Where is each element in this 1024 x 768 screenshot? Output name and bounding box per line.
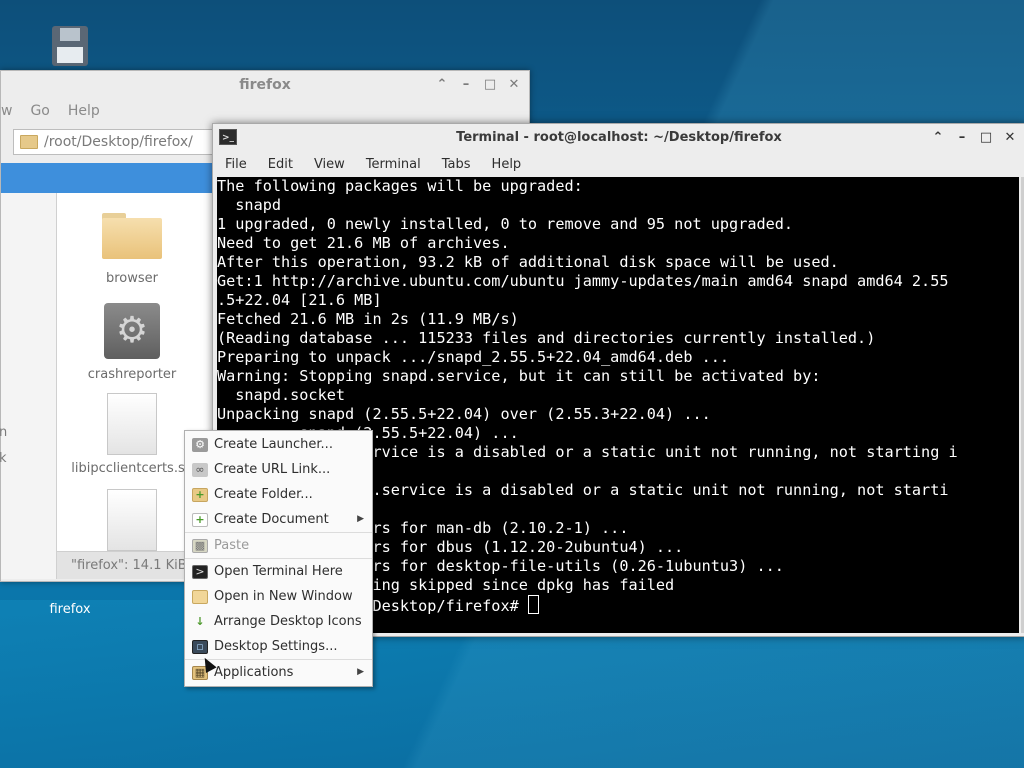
terminal-icon: > bbox=[192, 564, 208, 579]
terminal-line: Get:1 http://archive.ubuntu.com/ubuntu j… bbox=[217, 272, 949, 290]
terminal-line: Need to get 21.6 MB of archives. bbox=[217, 234, 510, 252]
document-icon bbox=[107, 489, 157, 551]
terminal-line: Warning: Stopping snapd.service, but it … bbox=[217, 367, 821, 385]
terminal-line: (Reading database ... 115233 files and d… bbox=[217, 329, 876, 347]
window-title: Terminal - root@localhost: ~/Desktop/fir… bbox=[456, 130, 782, 145]
terminal-line: The following packages will be upgraded: bbox=[217, 177, 583, 195]
display-icon: ▫ bbox=[192, 639, 208, 654]
window-titlebar[interactable]: firefox ⌃ – □ ✕ bbox=[1, 71, 529, 99]
terminal-line: After this operation, 93.2 kB of additio… bbox=[217, 253, 839, 271]
arrange-icon: ↓ bbox=[195, 615, 205, 628]
launcher-icon: ⚙ bbox=[192, 437, 208, 452]
gear-icon: ⚙ bbox=[104, 303, 160, 359]
maximize-icon[interactable]: □ bbox=[483, 71, 497, 99]
location-path: /root/Desktop/firefox/ bbox=[44, 134, 193, 150]
menu-item-create-document[interactable]: + Create Document ▶ bbox=[185, 507, 372, 532]
menu-item-label: Paste bbox=[214, 538, 250, 553]
menu-bar: File Edit View Terminal Tabs Help bbox=[213, 152, 1024, 176]
minimize-icon[interactable]: – bbox=[459, 71, 473, 99]
desktop-icon-label: firefox bbox=[49, 602, 91, 617]
menu-item-desktop-settings[interactable]: ▫ Desktop Settings... bbox=[185, 634, 372, 659]
link-icon: ∞ bbox=[192, 462, 208, 477]
menu-item-label: Create Folder... bbox=[214, 487, 313, 502]
menu-item-open-terminal-here[interactable]: > Open Terminal Here bbox=[185, 559, 372, 584]
menu-go[interactable]: Go bbox=[30, 103, 49, 119]
floppy-disk-icon bbox=[50, 26, 90, 68]
terminal-icon: >_ bbox=[219, 129, 237, 145]
terminal-line: Fetched 21.6 MB in 2s (11.9 MB/s) bbox=[217, 310, 519, 328]
shade-icon[interactable]: ⌃ bbox=[931, 124, 945, 152]
file-item-browser[interactable]: browser bbox=[57, 213, 207, 286]
menu-item-create-url-link[interactable]: ∞ Create URL Link... bbox=[185, 457, 372, 482]
document-icon bbox=[107, 393, 157, 455]
menu-item-label: Create Launcher... bbox=[214, 437, 333, 452]
file-label: browser bbox=[105, 271, 158, 286]
terminal-line: Unpacking snapd (2.55.5+22.04) over (2.5… bbox=[217, 405, 711, 423]
menu-item-label: Open Terminal Here bbox=[214, 564, 343, 579]
folder-open-icon bbox=[192, 589, 208, 604]
menu-file[interactable]: File bbox=[213, 157, 256, 172]
selected-sidebar-row[interactable] bbox=[1, 163, 216, 193]
file-label: crashreporter bbox=[87, 367, 177, 382]
menu-help[interactable]: Help bbox=[68, 103, 100, 119]
menu-item-create-folder[interactable]: + Create Folder... bbox=[185, 482, 372, 507]
close-icon[interactable]: ✕ bbox=[507, 71, 521, 99]
menu-item-label: Open in New Window bbox=[214, 589, 353, 604]
menu-item-label: Create URL Link... bbox=[214, 462, 331, 477]
menu-view[interactable]: w bbox=[1, 103, 12, 119]
desktop-icon-floppy[interactable] bbox=[46, 26, 94, 68]
terminal-cursor bbox=[527, 595, 539, 614]
terminal-line: Preparing to unpack .../snapd_2.55.5+22.… bbox=[217, 348, 730, 366]
menu-item-label: Create Document bbox=[214, 512, 329, 527]
menu-item-label: Desktop Settings... bbox=[214, 639, 338, 654]
desktop-icon-firefox[interactable]: firefox bbox=[34, 602, 106, 617]
sidebar-item-label[interactable]: n bbox=[0, 425, 7, 440]
submenu-arrow-icon: ▶ bbox=[357, 667, 364, 677]
terminal-line: 1 upgraded, 0 newly installed, 0 to remo… bbox=[217, 215, 794, 233]
folder-icon bbox=[102, 213, 162, 259]
window-titlebar[interactable]: >_ Terminal - root@localhost: ~/Desktop/… bbox=[213, 124, 1024, 152]
menu-bar: w Go Help bbox=[1, 99, 529, 123]
close-icon[interactable]: ✕ bbox=[1003, 124, 1017, 152]
desktop-context-menu: ⚙ Create Launcher... ∞ Create URL Link..… bbox=[184, 430, 373, 687]
menu-tabs[interactable]: Tabs bbox=[430, 157, 480, 172]
folder-icon bbox=[20, 135, 38, 149]
file-item-crashreporter[interactable]: ⚙ crashreporter bbox=[57, 303, 207, 382]
sidebar: n k bbox=[0, 163, 57, 579]
menu-view[interactable]: View bbox=[302, 157, 354, 172]
menu-help[interactable]: Help bbox=[480, 157, 531, 172]
menu-item-label: Applications bbox=[214, 665, 294, 680]
menu-item-create-launcher[interactable]: ⚙ Create Launcher... bbox=[185, 432, 372, 457]
window-title: firefox bbox=[239, 77, 291, 93]
menu-item-arrange-desktop-icons[interactable]: ↓ Arrange Desktop Icons bbox=[185, 609, 372, 634]
terminal-line: snapd bbox=[217, 196, 282, 214]
shade-icon[interactable]: ⌃ bbox=[435, 71, 449, 99]
new-document-icon: + bbox=[192, 512, 208, 527]
menu-item-open-in-new-window[interactable]: Open in New Window bbox=[185, 584, 372, 609]
maximize-icon[interactable]: □ bbox=[979, 124, 993, 152]
location-bar[interactable]: /root/Desktop/firefox/ bbox=[13, 129, 235, 155]
menu-edit[interactable]: Edit bbox=[256, 157, 302, 172]
menu-item-label: Arrange Desktop Icons bbox=[214, 614, 362, 629]
minimize-icon[interactable]: – bbox=[955, 124, 969, 152]
sidebar-item-label[interactable]: k bbox=[0, 451, 7, 466]
menu-item-paste[interactable]: ▩ Paste bbox=[185, 533, 372, 558]
submenu-arrow-icon: ▶ bbox=[357, 514, 364, 524]
paste-icon: ▩ bbox=[192, 538, 208, 553]
terminal-line: snapd.socket bbox=[217, 386, 346, 404]
terminal-line: .5+22.04 [21.6 MB] bbox=[217, 291, 382, 309]
new-folder-icon: + bbox=[192, 487, 208, 502]
menu-terminal[interactable]: Terminal bbox=[354, 157, 430, 172]
